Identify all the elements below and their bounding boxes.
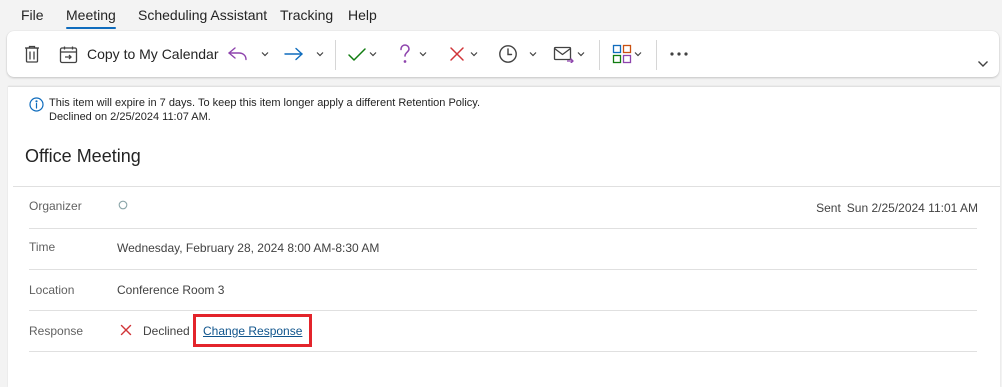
respond-email-dropdown-chevron-icon[interactable] (577, 49, 585, 59)
ribbon-divider (335, 40, 336, 70)
sent-label: Sent (816, 201, 841, 215)
tab-help[interactable]: Help (348, 7, 377, 23)
time-value: Wednesday, February 28, 2024 8:00 AM-8:3… (117, 241, 380, 255)
tab-meeting[interactable]: Meeting (66, 7, 116, 29)
forward-icon (284, 47, 303, 61)
propose-time-dropdown-chevron-icon[interactable] (529, 49, 537, 59)
categorize-dropdown-chevron-icon[interactable] (634, 49, 642, 59)
meeting-details-pane: This item will expire in 7 days. To keep… (8, 86, 1000, 387)
response-label: Response (29, 324, 84, 338)
active-tab-indicator (66, 27, 116, 29)
tab-meeting-label: Meeting (66, 7, 116, 23)
menu-bar: File Meeting Scheduling Assistant Tracki… (0, 0, 1002, 30)
organizer-label: Organizer (29, 199, 82, 213)
divider (13, 186, 1000, 187)
respond-email-button[interactable] (553, 31, 575, 77)
reply-dropdown-chevron-icon[interactable] (261, 49, 269, 59)
copy-to-calendar-icon (59, 46, 78, 63)
reply-button[interactable] (227, 31, 249, 77)
accept-dropdown-chevron-icon[interactable] (369, 49, 377, 59)
sent-value: Sun 2/25/2024 11:01 AM (846, 201, 978, 215)
decline-icon (450, 47, 464, 61)
copy-to-calendar-label: Copy to My Calendar (87, 46, 219, 62)
propose-time-icon (499, 45, 517, 63)
categorize-icon (612, 44, 632, 64)
propose-time-button[interactable] (498, 31, 518, 77)
forward-button[interactable] (283, 31, 305, 77)
more-options-icon (670, 52, 688, 56)
accept-icon (348, 48, 366, 61)
ribbon-toolbar: Copy to My Calendar (7, 31, 999, 77)
more-options-button[interactable] (669, 31, 689, 77)
info-icon (29, 97, 44, 112)
location-label: Location (29, 283, 75, 297)
declined-on-message: Declined on 2/25/2024 11:07 AM. (49, 111, 211, 123)
response-status: Declined (143, 324, 190, 338)
categorize-button[interactable] (612, 31, 632, 77)
tentative-button[interactable] (397, 31, 413, 77)
delete-button[interactable] (23, 31, 41, 77)
reply-icon (228, 47, 247, 61)
meeting-subject: Office Meeting (25, 146, 141, 166)
declined-icon (120, 324, 132, 336)
decline-dropdown-chevron-icon[interactable] (470, 49, 478, 59)
retention-message: This item will expire in 7 days. To keep… (49, 97, 481, 109)
copy-to-calendar-button[interactable]: Copy to My Calendar (59, 31, 219, 77)
expand-ribbon-icon[interactable] (977, 59, 989, 69)
delete-icon (25, 45, 39, 63)
divider (29, 351, 977, 352)
tab-tracking[interactable]: Tracking (280, 7, 333, 23)
divider (29, 269, 977, 270)
decline-button[interactable] (448, 31, 466, 77)
ribbon-divider (656, 40, 657, 70)
tentative-dropdown-chevron-icon[interactable] (419, 49, 427, 59)
tab-scheduling-assistant[interactable]: Scheduling Assistant (138, 7, 267, 23)
time-label: Time (29, 240, 56, 254)
sent-info: Sent Sun 2/25/2024 11:01 AM (816, 201, 978, 215)
tentative-icon (400, 44, 410, 63)
divider (29, 228, 977, 229)
tab-file[interactable]: File (21, 7, 44, 23)
ribbon-divider (599, 40, 600, 70)
accept-button[interactable] (347, 31, 367, 77)
forward-dropdown-chevron-icon[interactable] (316, 49, 324, 59)
respond-email-icon (553, 46, 574, 63)
location-value: Conference Room 3 (117, 283, 225, 297)
change-response-link[interactable]: Change Response (203, 324, 302, 338)
divider (29, 310, 977, 311)
organizer-presence-icon (118, 200, 128, 210)
